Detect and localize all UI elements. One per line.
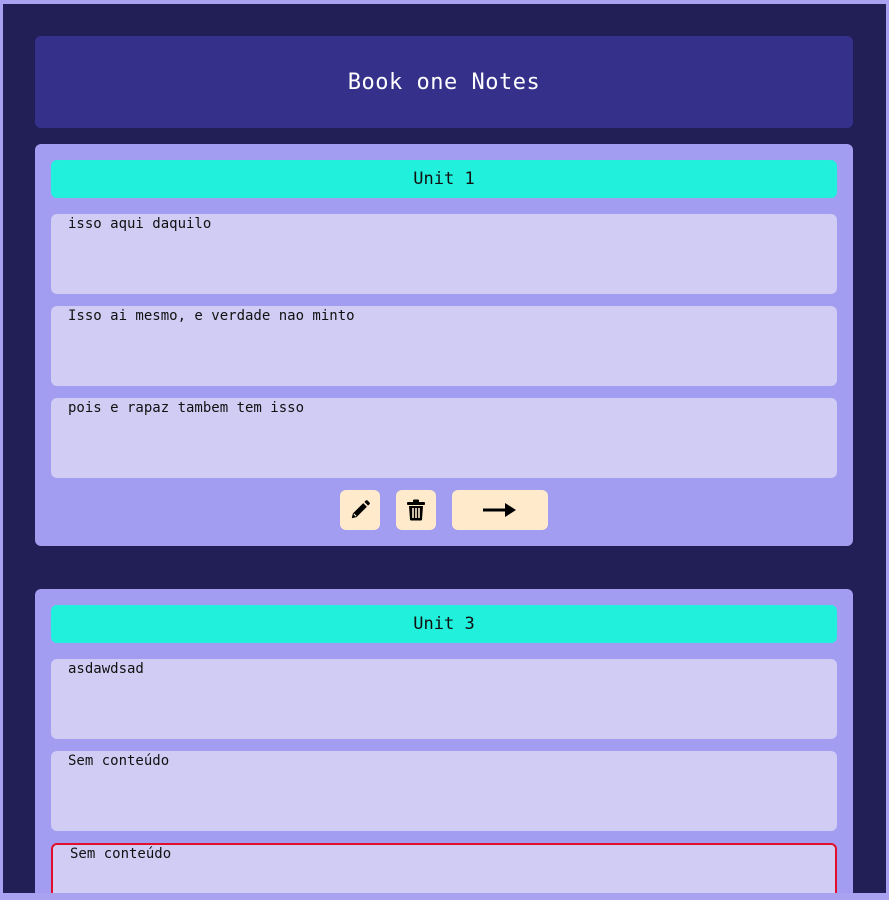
unit-card: Unit 3 asdawdsad Sem conteúdo Sem conteú… xyxy=(35,589,853,893)
delete-button[interactable] xyxy=(396,490,436,530)
unit-title: Unit 3 xyxy=(51,605,837,643)
page-header: Book one Notes xyxy=(35,36,853,128)
unit-actions xyxy=(35,490,853,530)
arrow-right-icon xyxy=(483,503,516,517)
note-textarea[interactable]: isso aqui daquilo xyxy=(51,214,837,294)
edit-button[interactable] xyxy=(340,490,380,530)
note-textarea[interactable]: Sem conteúdo xyxy=(51,751,837,831)
note-textarea[interactable]: Isso ai mesmo, e verdade nao minto xyxy=(51,306,837,386)
page-title: Book one Notes xyxy=(347,69,541,95)
unit-title: Unit 1 xyxy=(51,160,837,198)
note-textarea-focused[interactable]: Sem conteúdo xyxy=(51,843,837,893)
note-textarea[interactable]: asdawdsad xyxy=(51,659,837,739)
pencil-icon xyxy=(351,500,370,519)
note-textarea[interactable]: pois e rapaz tambem tem isso xyxy=(51,398,837,478)
unit-card: Unit 1 isso aqui daquilo Isso ai mesmo, … xyxy=(35,144,853,546)
trash-icon xyxy=(407,499,425,521)
notes-page: Book one Notes Unit 1 isso aqui daquilo … xyxy=(3,4,886,893)
next-unit-button[interactable] xyxy=(452,490,548,530)
